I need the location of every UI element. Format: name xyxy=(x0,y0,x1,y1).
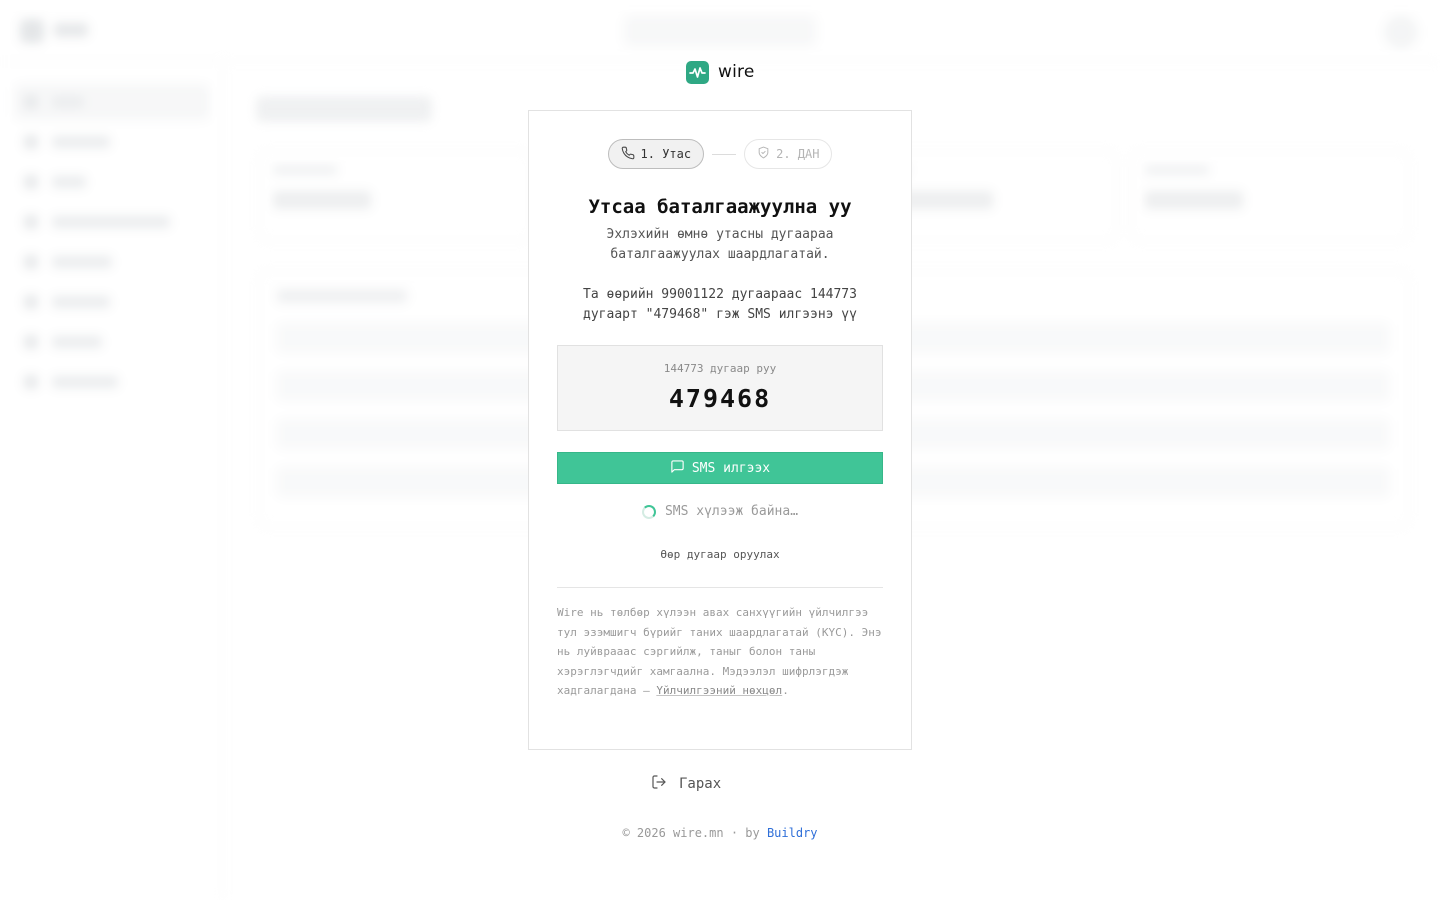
pulse-icon xyxy=(686,60,709,84)
message-icon xyxy=(670,459,692,478)
bg-nav-item xyxy=(14,324,210,360)
footer-credit-link[interactable]: Buildry xyxy=(767,826,818,840)
bg-stat-card xyxy=(258,150,532,242)
spinner-icon xyxy=(641,504,656,519)
step-dan-label: 2. ДАН xyxy=(776,147,820,161)
step-phone-label: 1. Утас xyxy=(640,147,692,161)
bg-topbar xyxy=(0,0,1440,62)
footer-text: © 2026 wire.mn · by xyxy=(622,826,767,840)
bg-nav-item xyxy=(14,124,210,160)
verification-code-box: 144773 дугаар руу 479468 xyxy=(557,345,883,431)
stepper: 1. Утас 2. ДАН xyxy=(529,139,911,169)
bg-avatar xyxy=(1384,15,1418,49)
divider xyxy=(557,587,883,588)
verification-code: 479468 xyxy=(668,384,772,413)
bg-search xyxy=(624,15,816,47)
send-sms-button[interactable]: SMS илгээх xyxy=(557,452,883,484)
bg-logo xyxy=(20,19,44,43)
waiting-text: SMS хүлээж байна… xyxy=(664,504,799,519)
bg-stat-card xyxy=(1130,150,1410,242)
send-sms-label: SMS илгээх xyxy=(691,460,771,476)
logout-button[interactable]: Гарах xyxy=(651,774,721,794)
page-subtitle: Эхлэхийн өмнө утасны дугаараа баталгаажу… xyxy=(606,227,834,262)
page-title: Утсаа баталгаажуулна уу xyxy=(588,196,852,218)
brand-name: wire xyxy=(718,62,755,82)
terms-link[interactable]: Үйлчилгээний нөхцөл xyxy=(656,684,782,697)
footer: © 2026 wire.mn · by Buildry xyxy=(0,826,1440,840)
logout-label: Гарах xyxy=(679,776,722,792)
verification-card: 1. Утас 2. ДАН Утсаа баталгаажуулна уу Э… xyxy=(528,110,912,750)
step-connector xyxy=(712,153,737,155)
phone-icon xyxy=(621,146,641,163)
brand-logo: wire xyxy=(686,60,755,84)
code-target-label: 144773 дугаар руу xyxy=(663,362,777,375)
bg-nav-item xyxy=(14,284,210,320)
bg-nav-item xyxy=(14,164,210,200)
sms-instruction: Та өөрийн 99001122 дугаараас 144773 дуга… xyxy=(583,287,857,322)
logout-icon xyxy=(651,774,679,794)
change-number-link[interactable]: Өөр дугаар оруулах xyxy=(529,548,911,561)
bg-nav-item xyxy=(14,364,210,400)
bg-nav-item xyxy=(14,84,210,120)
bg-nav-item xyxy=(14,204,210,240)
step-dan: 2. ДАН xyxy=(744,139,833,169)
step-phone: 1. Утас xyxy=(607,139,705,169)
waiting-status: SMS хүлээж байна… xyxy=(529,504,911,519)
bg-heading xyxy=(256,96,432,122)
bg-logo-text xyxy=(54,23,88,37)
bg-nav-item xyxy=(14,244,210,280)
kyc-disclaimer: Wire нь төлбөр хүлээн авах санхүүгийн үй… xyxy=(557,603,887,701)
disclaimer-end: . xyxy=(782,684,789,697)
shield-icon xyxy=(757,146,776,162)
bg-sidebar xyxy=(0,62,224,900)
